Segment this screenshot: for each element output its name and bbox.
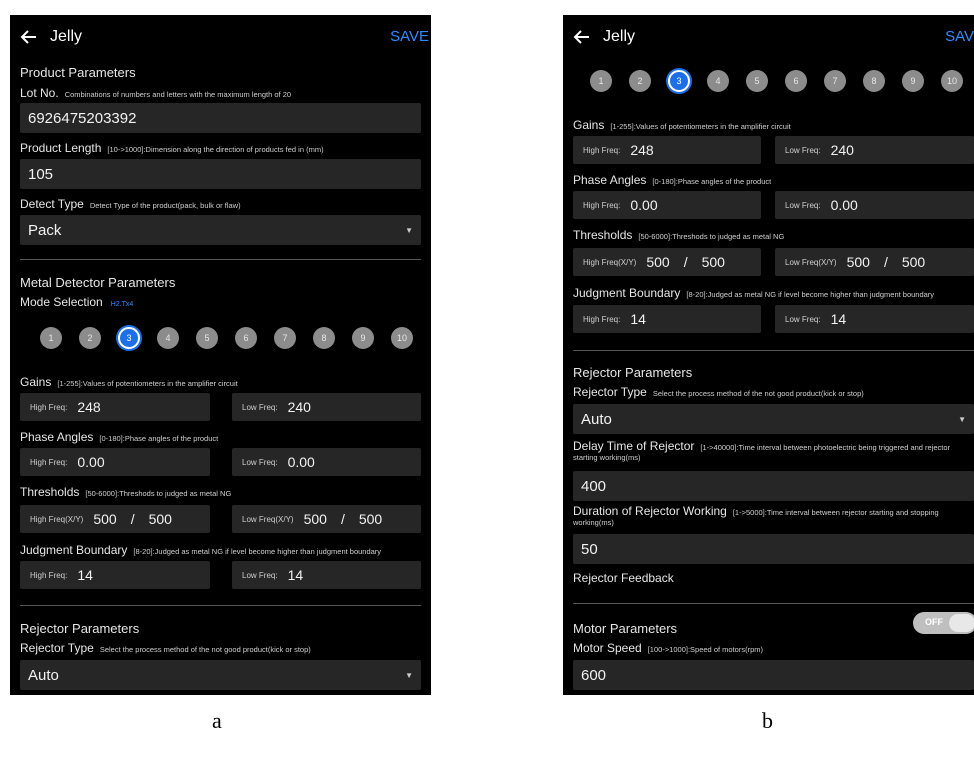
mode-circle-3-selected[interactable]: 3 — [668, 70, 690, 92]
judgment-boundary-label: Judgment Boundary [8-20]:Judged as metal … — [20, 543, 382, 557]
app-title: Jelly — [50, 28, 83, 45]
mode-circle-10[interactable]: 10 — [391, 327, 413, 349]
dropdown-caret-icon: ▼ — [958, 414, 966, 424]
section-rejector-parameters: Rejector Parameters — [20, 621, 140, 636]
motor-speed-input[interactable]: 600 — [573, 660, 974, 690]
gains-high-field[interactable]: High Freq: 248 — [573, 136, 761, 164]
product-length-input[interactable]: 105 — [20, 159, 421, 189]
section-metal-detector-parameters: Metal Detector Parameters — [20, 275, 176, 290]
back-arrow-icon[interactable] — [573, 28, 591, 46]
mode-circle-4[interactable]: 4 — [707, 70, 729, 92]
mode-circle-4[interactable]: 4 — [157, 327, 179, 349]
mode-circle-6[interactable]: 6 — [785, 70, 807, 92]
rejector-type-dropdown[interactable]: Auto ▼ — [573, 404, 974, 434]
lot-no-input[interactable]: 6926475203392 — [20, 103, 421, 133]
gains-label: Gains [1-255]:Values of potentiometers in… — [573, 118, 791, 132]
caption-a: a — [212, 708, 222, 733]
save-button[interactable]: SAV — [945, 28, 974, 45]
mode-circle-10[interactable]: 10 — [941, 70, 963, 92]
lot-no-label: Lot No. Combinations of numbers and lette… — [20, 86, 292, 100]
divider — [573, 350, 974, 351]
gains-low-field[interactable]: Low Freq: 240 — [232, 393, 421, 421]
detect-type-label: Detect Type Detect Type of the product(pa… — [20, 197, 241, 211]
mode-circle-2[interactable]: 2 — [79, 327, 101, 349]
back-arrow-icon[interactable] — [20, 28, 38, 46]
mode-circle-8[interactable]: 8 — [863, 70, 885, 92]
mode-circle-5[interactable]: 5 — [196, 327, 218, 349]
phase-high-field[interactable]: High Freq: 0.00 — [573, 191, 761, 219]
delay-time-label: Delay Time of Rejector [1->40000]:Time in… — [573, 439, 951, 462]
app-title: Jelly — [603, 28, 636, 45]
screen-b: Jelly SAV 1 2 3 4 5 6 7 8 9 10 Gains [1-2… — [563, 15, 974, 695]
section-product-parameters: Product Parameters — [20, 65, 136, 80]
app-bar: Jelly SAVE — [10, 15, 431, 59]
rejector-type-dropdown[interactable]: Auto ▼ — [20, 660, 421, 690]
rejector-feedback-label: Rejector Feedback — [573, 571, 674, 585]
judgment-low-field[interactable]: Low Freq: 14 — [775, 305, 974, 333]
phase-low-field[interactable]: Low Freq: 0.00 — [775, 191, 974, 219]
mode-circle-8[interactable]: 8 — [313, 327, 335, 349]
judgment-high-field[interactable]: High Freq: 14 — [20, 561, 210, 589]
divider — [573, 603, 974, 604]
phase-angles-label: Phase Angles [0-180]:Phase angles of the … — [20, 430, 219, 444]
phase-angles-label: Phase Angles [0-180]:Phase angles of the … — [573, 173, 772, 187]
duration-label: Duration of Rejector Working [1->5000]:Ti… — [573, 504, 939, 527]
app-bar: Jelly SAV — [563, 15, 974, 59]
section-motor-parameters: Motor Parameters — [573, 621, 678, 636]
phase-low-field[interactable]: Low Freq: 0.00 — [232, 448, 421, 476]
mode-circle-9[interactable]: 9 — [352, 327, 374, 349]
mode-circle-7[interactable]: 7 — [824, 70, 846, 92]
rejector-type-label: Rejector Type Select the process method o… — [573, 385, 864, 399]
mode-circle-1[interactable]: 1 — [590, 70, 612, 92]
mode-circle-6[interactable]: 6 — [235, 327, 257, 349]
delay-time-input[interactable]: 400 — [573, 471, 974, 501]
thresholds-label: Thresholds [50-6000]:Threshods to judged … — [573, 228, 785, 242]
screen-a: Jelly SAVE Product Parameters Lot No. Com… — [10, 15, 431, 695]
mode-circles: 1 2 3 4 5 6 7 8 9 10 — [40, 327, 413, 349]
duration-input[interactable]: 50 — [573, 534, 974, 564]
dropdown-caret-icon: ▼ — [405, 225, 413, 235]
gains-low-field[interactable]: Low Freq: 240 — [775, 136, 974, 164]
thresholds-label: Thresholds [50-6000]:Threshods to judged … — [20, 485, 232, 499]
rejector-type-value: Auto — [581, 410, 612, 428]
section-rejector-parameters: Rejector Parameters — [573, 365, 693, 380]
thresholds-high-field[interactable]: High Freq(X/Y) 500/500 — [573, 248, 761, 276]
caption-b: b — [762, 708, 773, 733]
motor-speed-label: Motor Speed [100->1000]:Speed of motors(r… — [573, 641, 763, 655]
divider — [20, 259, 421, 260]
thresholds-low-field[interactable]: Low Freq(X/Y) 500/500 — [775, 248, 974, 276]
thresholds-high-field[interactable]: High Freq(X/Y) 500/500 — [20, 505, 210, 533]
gains-high-field[interactable]: High Freq: 248 — [20, 393, 210, 421]
mode-circles: 1 2 3 4 5 6 7 8 9 10 — [590, 70, 963, 92]
mode-selection-label: Mode Selection H2.Tx4 — [20, 295, 134, 309]
mode-circle-2[interactable]: 2 — [629, 70, 651, 92]
product-length-label: Product Length [10->1000]:Dimension along… — [20, 141, 324, 155]
mode-circle-9[interactable]: 9 — [902, 70, 924, 92]
mode-circle-3-selected[interactable]: 3 — [118, 327, 140, 349]
mode-selection-value[interactable]: H2.Tx4 — [111, 301, 134, 308]
judgment-low-field[interactable]: Low Freq: 14 — [232, 561, 421, 589]
gains-label: Gains [1-255]:Values of potentiometers in… — [20, 375, 238, 389]
mode-circle-7[interactable]: 7 — [274, 327, 296, 349]
detect-type-dropdown[interactable]: Pack ▼ — [20, 215, 421, 245]
save-button[interactable]: SAVE — [390, 28, 429, 45]
mode-circle-5[interactable]: 5 — [746, 70, 768, 92]
rejector-type-label: Rejector Type Select the process method o… — [20, 641, 311, 655]
divider — [20, 605, 421, 606]
toggle-knob — [949, 614, 974, 632]
rejector-feedback-toggle[interactable]: OFF — [913, 612, 974, 634]
rejector-type-value: Auto — [28, 666, 59, 684]
judgment-high-field[interactable]: High Freq: 14 — [573, 305, 761, 333]
mode-circle-1[interactable]: 1 — [40, 327, 62, 349]
phase-high-field[interactable]: High Freq: 0.00 — [20, 448, 210, 476]
dropdown-caret-icon: ▼ — [405, 670, 413, 680]
detect-type-value: Pack — [28, 221, 62, 239]
thresholds-low-field[interactable]: Low Freq(X/Y) 500/500 — [232, 505, 421, 533]
judgment-boundary-label: Judgment Boundary [8-20]:Judged as metal … — [573, 286, 935, 300]
